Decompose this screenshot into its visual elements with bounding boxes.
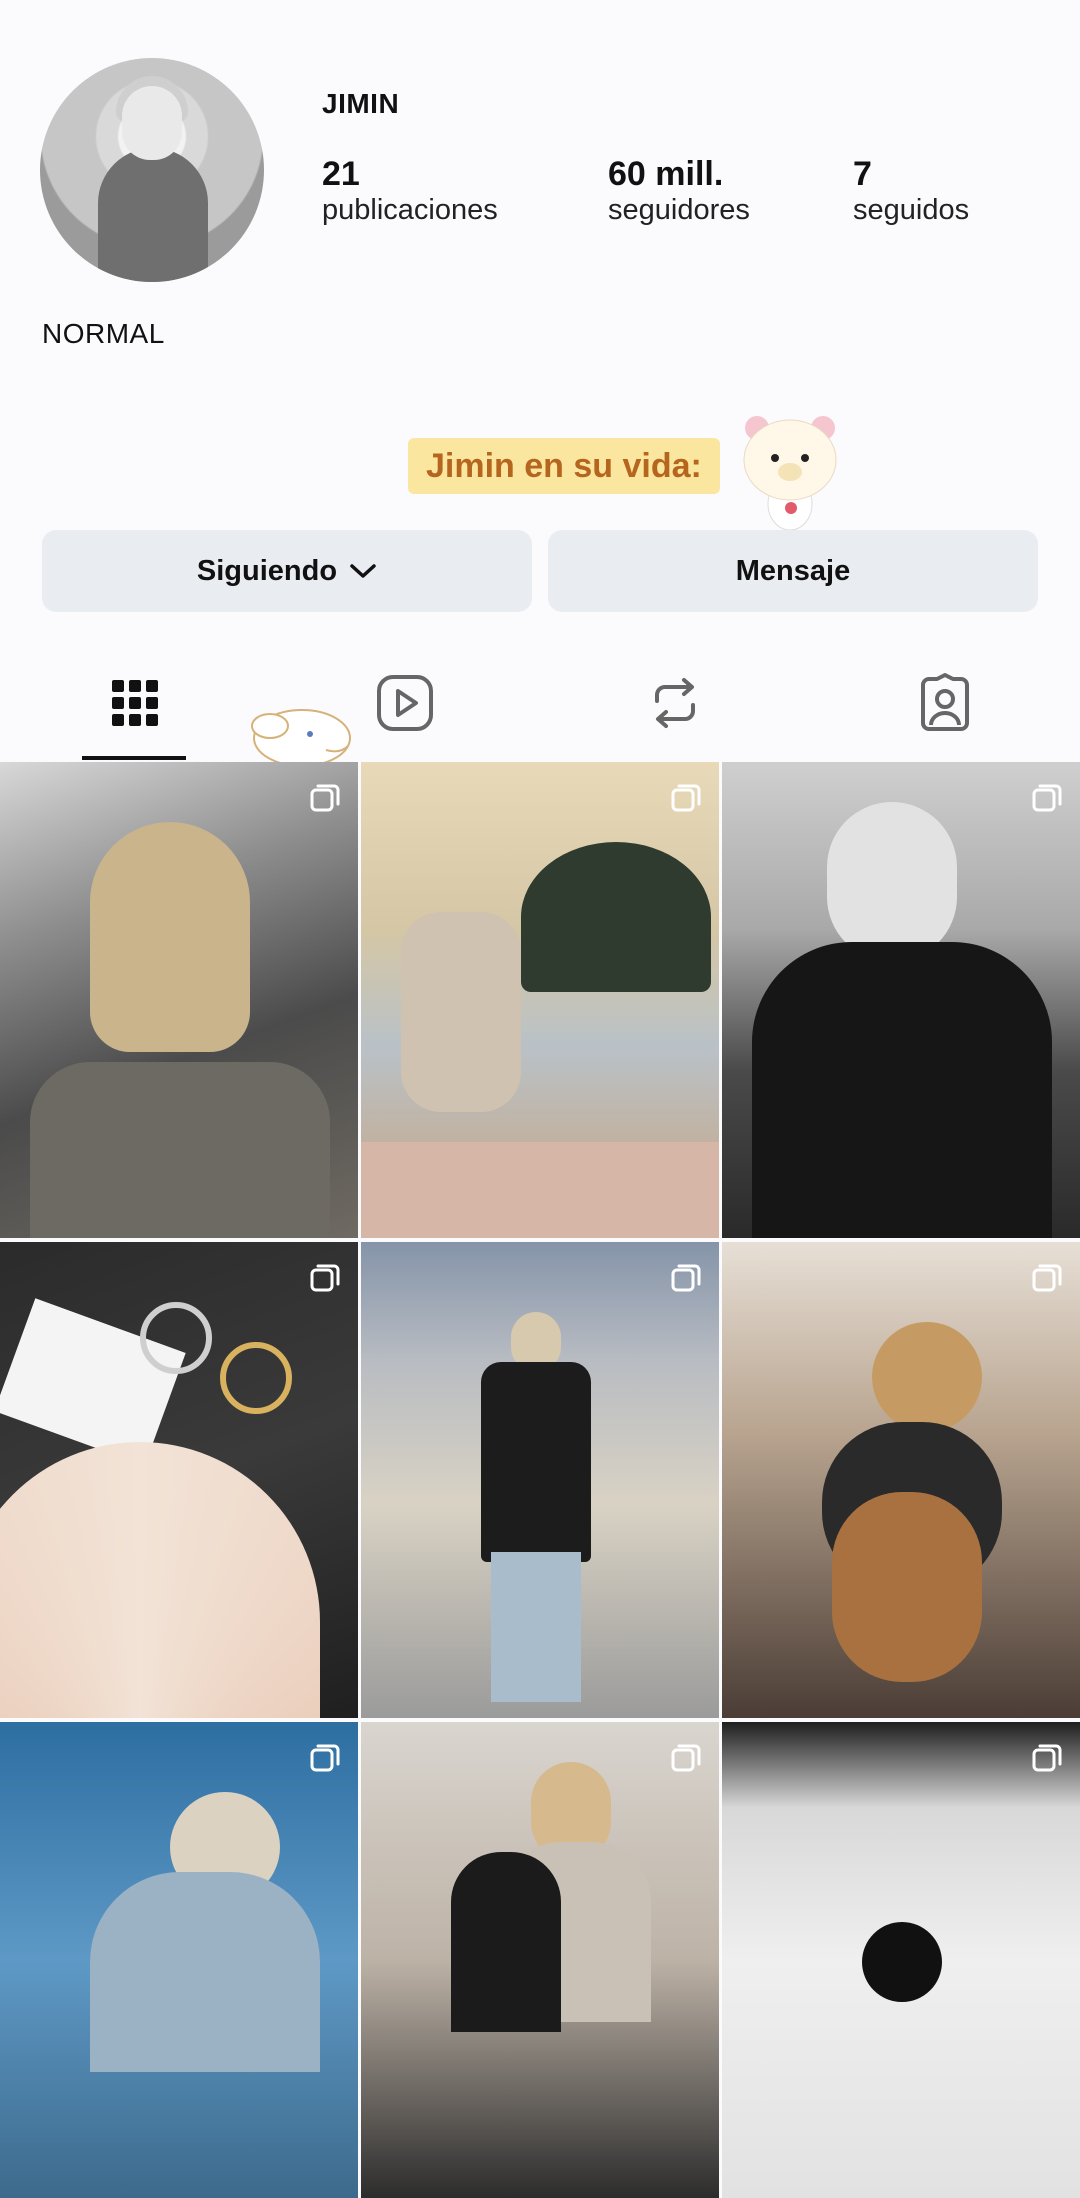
chevron-down-icon [349, 562, 377, 580]
stat-followers-label: seguidores [608, 194, 750, 226]
reposts-icon [647, 675, 703, 736]
stat-following[interactable]: 7 seguidos [853, 155, 969, 227]
post-tile[interactable] [0, 762, 358, 1238]
bear-sticker-icon [735, 408, 845, 533]
tab-reposts[interactable] [540, 650, 810, 760]
post-tile[interactable] [361, 1722, 719, 2198]
stat-posts-count: 21 [322, 155, 360, 193]
grid-icon [110, 678, 160, 733]
tab-grid[interactable] [0, 650, 270, 760]
carousel-icon [671, 1262, 701, 1292]
stat-following-count: 7 [853, 155, 872, 193]
profile-tabs [0, 650, 1080, 760]
following-button-label: Siguiendo [196, 554, 338, 587]
message-button[interactable]: Mensaje [548, 530, 1038, 612]
carousel-icon [1032, 1742, 1062, 1772]
carousel-icon [671, 1742, 701, 1772]
post-tile[interactable] [361, 762, 719, 1238]
tagged-icon [915, 672, 975, 738]
message-button-label: Mensaje [735, 554, 851, 587]
post-tile[interactable] [722, 762, 1080, 1238]
stat-posts[interactable]: 21 publicaciones [322, 155, 498, 227]
post-tile[interactable] [722, 1722, 1080, 2198]
stat-followers[interactable]: 60 mill. seguidores [608, 155, 750, 227]
carousel-icon [671, 782, 701, 812]
active-tab-indicator [82, 756, 186, 760]
carousel-icon [1032, 782, 1062, 812]
tab-tagged[interactable] [810, 650, 1080, 760]
post-tile[interactable] [0, 1242, 358, 1718]
carousel-icon [310, 1742, 340, 1772]
following-button[interactable]: Siguiendo [42, 530, 532, 612]
reels-icon [375, 673, 435, 738]
profile-bio: NORMAL [42, 318, 165, 349]
profile-username: JIMIN [322, 88, 400, 119]
post-tile[interactable] [0, 1722, 358, 2198]
profile-avatar[interactable] [40, 58, 264, 282]
carousel-icon [1032, 1262, 1062, 1292]
highlight-label: Jimin en su vida: [408, 438, 720, 494]
stat-following-label: seguidos [853, 194, 970, 226]
sticker-icon [240, 690, 360, 770]
stat-posts-label: publicaciones [322, 194, 498, 226]
carousel-icon [310, 1262, 340, 1292]
post-tile[interactable] [722, 1242, 1080, 1718]
post-tile[interactable] [361, 1242, 719, 1718]
carousel-icon [310, 782, 340, 812]
stat-followers-count: 60 mill. [608, 155, 724, 193]
